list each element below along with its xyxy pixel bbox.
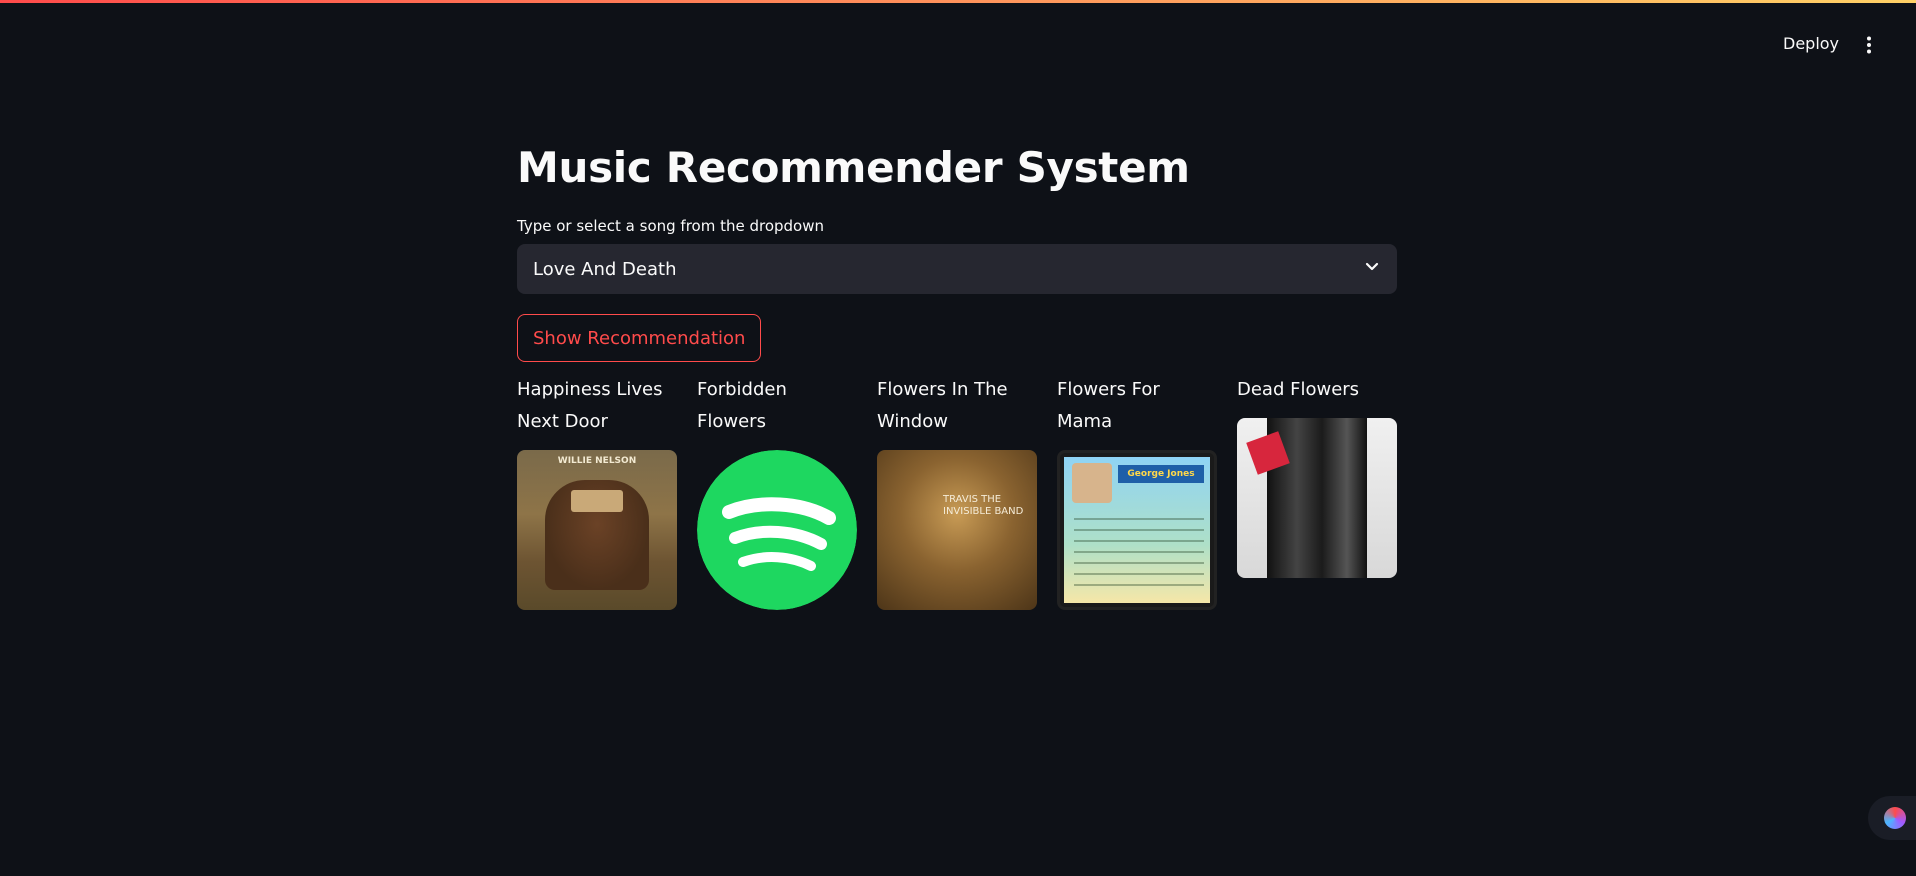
cover-text: WILLIE NELSON: [557, 456, 637, 466]
album-cover-image: George Jones: [1057, 450, 1217, 610]
recommendation-item: Forbidden Flowers: [697, 379, 857, 614]
album-cover-image: WILLIE NELSON: [517, 450, 677, 610]
main-content: Music Recommender System Type or select …: [517, 140, 1397, 614]
recommendation-title: Dead Flowers: [1237, 379, 1360, 400]
vertical-ellipsis-icon[interactable]: [1866, 36, 1872, 54]
recommendation-title: Forbidden Flowers: [697, 379, 787, 432]
top-decoration-bar: [0, 0, 1916, 3]
recommendation-item: Dead Flowers: [1237, 379, 1397, 614]
spotify-logo-icon: [697, 450, 857, 610]
page-title: Music Recommender System: [517, 143, 1190, 192]
recommendation-item: Flowers In The Window TRAVIS THE INVISIB…: [877, 379, 1037, 614]
deploy-button[interactable]: Deploy: [1783, 34, 1839, 53]
cover-plate-shape: [571, 490, 623, 512]
cover-text: TRAVIS THE INVISIBLE BAND: [943, 494, 1024, 517]
song-select-label: Type or select a song from the dropdown: [517, 217, 825, 235]
song-select-value: Love And Death: [533, 258, 677, 280]
cover-portrait: [1072, 463, 1112, 503]
cover-tracklist-shape: [1074, 509, 1204, 589]
recommendation-item: Happiness Lives Next Door WILLIE NELSON: [517, 379, 677, 614]
assistant-icon: [1884, 807, 1906, 829]
assistant-launcher-button[interactable]: [1868, 796, 1916, 840]
recommendation-item: Flowers For Mama George Jones: [1057, 379, 1217, 614]
show-recommendation-button[interactable]: Show Recommendation: [517, 314, 762, 362]
recommendation-title: Flowers For Mama: [1057, 379, 1160, 432]
chevron-down-icon[interactable]: [1365, 262, 1379, 272]
album-cover-image: [1237, 418, 1397, 578]
song-select-dropdown[interactable]: Love And Death: [517, 244, 1397, 294]
album-cover-image: TRAVIS THE INVISIBLE BAND: [877, 450, 1037, 610]
recommendation-title: Flowers In The Window: [877, 379, 1008, 432]
recommendation-title: Happiness Lives Next Door: [517, 379, 663, 432]
cover-text: George Jones: [1118, 465, 1204, 483]
recommendation-results: Happiness Lives Next Door WILLIE NELSON …: [517, 379, 1397, 614]
